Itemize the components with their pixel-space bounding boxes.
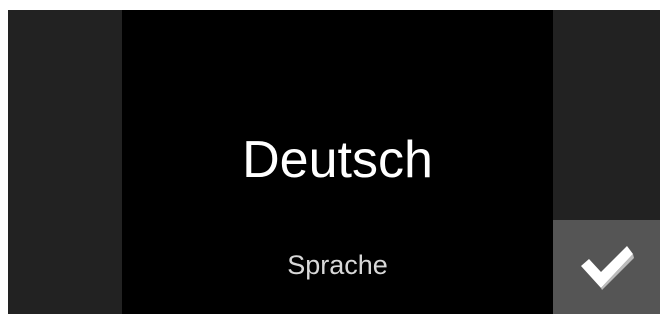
left-side-panel: [8, 10, 122, 314]
confirm-button[interactable]: [553, 220, 660, 314]
checkmark-icon: [580, 246, 634, 290]
device-screen: Deutsch Sprache: [8, 10, 660, 314]
setting-label: Sprache: [287, 250, 388, 280]
language-value: Deutsch: [242, 131, 433, 189]
language-setting-panel: Deutsch Sprache: [122, 10, 553, 314]
right-side-panel: [553, 10, 660, 220]
